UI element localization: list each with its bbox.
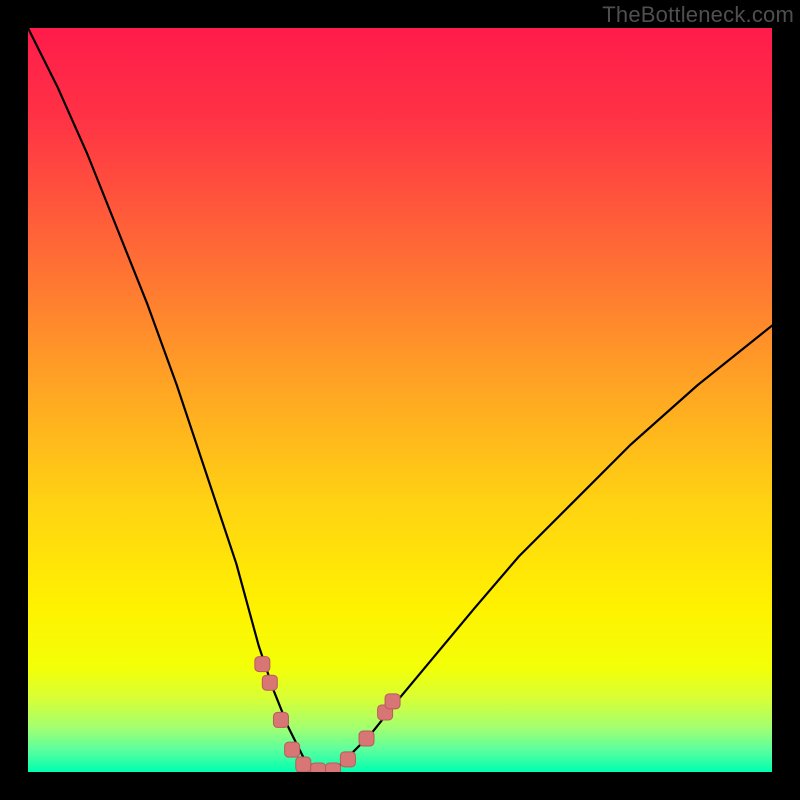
curve-marker: [340, 752, 355, 767]
curve-marker: [385, 694, 400, 709]
curve-marker: [296, 757, 311, 772]
curve-marker: [262, 675, 277, 690]
curve-marker: [326, 763, 341, 772]
watermark-text: TheBottleneck.com: [602, 2, 794, 28]
outer-frame: TheBottleneck.com: [0, 0, 800, 800]
curve-marker: [311, 763, 326, 772]
curve-marker: [359, 731, 374, 746]
curve-marker: [255, 657, 270, 672]
gradient-background: [28, 28, 772, 772]
plot-area: [28, 28, 772, 772]
curve-marker: [285, 742, 300, 757]
bottleneck-chart: [28, 28, 772, 772]
curve-marker: [273, 712, 288, 727]
